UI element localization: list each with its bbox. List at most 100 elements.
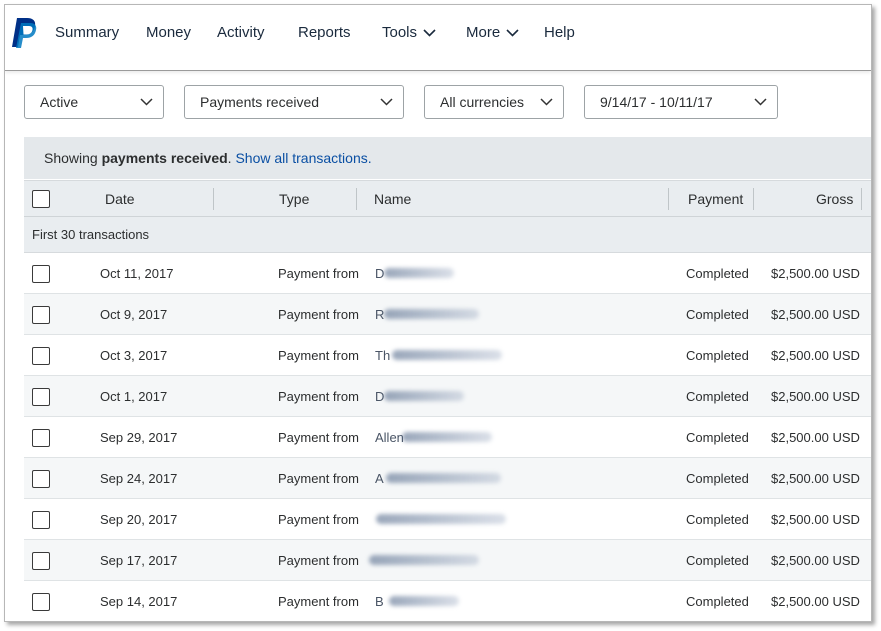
chevron-down-icon (506, 28, 519, 37)
row-checkbox[interactable] (32, 470, 50, 488)
row-type: Payment from (278, 471, 359, 486)
row-name[interactable]: Th (375, 348, 390, 363)
column-header-type[interactable]: Type (279, 191, 309, 207)
row-gross: $2,500.00 USD (771, 471, 860, 486)
row-name[interactable]: D (375, 389, 384, 404)
status-filter-select[interactable]: Active (24, 85, 164, 119)
redacted-name (384, 268, 454, 278)
column-header-payment[interactable]: Payment (688, 191, 743, 207)
row-status: Completed (686, 430, 749, 445)
row-name[interactable]: B (375, 594, 384, 609)
row-type: Payment from (278, 348, 359, 363)
chevron-down-icon (754, 98, 767, 106)
redacted-name (376, 514, 506, 524)
redacted-name (402, 432, 492, 442)
status-filter-value: Active (40, 94, 79, 110)
row-checkbox[interactable] (32, 388, 50, 406)
column-divider (213, 188, 214, 210)
row-checkbox[interactable] (32, 429, 50, 447)
banner-filter-name: payments received (101, 150, 228, 166)
row-type: Payment from (278, 266, 359, 281)
row-type: Payment from (278, 389, 359, 404)
table-row[interactable]: Oct 1, 2017 Payment from D Completed $2,500.… (24, 376, 871, 417)
nav-tools[interactable]: Tools (382, 24, 436, 41)
column-divider (753, 188, 754, 210)
nav-activity-label: Activity (217, 24, 265, 41)
table-row[interactable]: Sep 14, 2017 Payment from B Completed $2,500… (24, 581, 871, 621)
date-range-select[interactable]: 9/14/17 - 10/11/17 (584, 85, 778, 119)
row-gross: $2,500.00 USD (771, 553, 860, 568)
chevron-down-icon (423, 28, 436, 37)
table-row[interactable]: Oct 11, 2017 Payment from D Completed $2,500… (24, 253, 871, 294)
nav-more[interactable]: More (466, 24, 519, 41)
row-name[interactable]: R (375, 307, 384, 322)
nav-reports[interactable]: Reports (298, 24, 351, 41)
table-row[interactable]: Sep 17, 2017 Payment from Completed $2,500.… (24, 540, 871, 581)
nav-summary-label: Summary (55, 24, 120, 41)
banner-suffix: . (227, 150, 236, 166)
row-gross: $2,500.00 USD (771, 307, 860, 322)
row-gross: $2,500.00 USD (771, 389, 860, 404)
row-checkbox[interactable] (32, 552, 50, 570)
row-name[interactable]: Allen (375, 430, 404, 445)
nav-tools-label: Tools (382, 24, 418, 41)
type-filter-select[interactable]: Payments received (184, 85, 404, 119)
row-status: Completed (686, 594, 749, 609)
row-status: Completed (686, 389, 749, 404)
nav-activity[interactable]: Activity (217, 24, 265, 41)
row-checkbox[interactable] (32, 306, 50, 324)
row-gross: $2,500.00 USD (771, 348, 860, 363)
row-name[interactable]: A (375, 471, 384, 486)
row-type: Payment from (278, 307, 359, 322)
results-banner: Showing payments received . Show all tra… (24, 137, 871, 179)
nav-help[interactable]: Help (544, 24, 575, 41)
redacted-name (386, 473, 501, 483)
row-date: Oct 11, 2017 (100, 266, 174, 281)
row-checkbox[interactable] (32, 511, 50, 529)
group-label-row: First 30 transactions (24, 217, 871, 253)
column-header-gross[interactable]: Gross (816, 191, 853, 207)
currency-filter-select[interactable]: All currencies (424, 85, 564, 119)
row-checkbox[interactable] (32, 347, 50, 365)
date-range-value: 9/14/17 - 10/11/17 (600, 94, 713, 110)
nav-money-label: Money (146, 24, 192, 41)
row-checkbox[interactable] (32, 593, 50, 611)
row-date: Oct 3, 2017 (100, 348, 168, 363)
table-row[interactable]: Sep 20, 2017 Payment from Completed $2,500.… (24, 499, 871, 540)
row-gross: $2,500.00 USD (771, 594, 860, 609)
table-row[interactable]: Sep 24, 2017 Payment from A Completed $2,500… (24, 458, 871, 499)
nav-help-label: Help (544, 24, 575, 41)
app-window: Summary Money Activity Reports Tools Mor… (4, 4, 872, 622)
row-type: Payment from (278, 430, 359, 445)
row-status: Completed (686, 471, 749, 486)
column-divider (356, 188, 357, 210)
nav-money[interactable]: Money (146, 24, 191, 41)
row-status: Completed (686, 348, 749, 363)
redacted-name (369, 555, 479, 565)
table-row[interactable]: Sep 29, 2017 Payment from Allen Completed $2… (24, 417, 871, 458)
column-header-date[interactable]: Date (105, 191, 135, 207)
chevron-down-icon (380, 98, 393, 106)
redacted-name (384, 309, 479, 319)
row-status: Completed (686, 266, 749, 281)
table-row[interactable]: Oct 9, 2017 Payment from R Completed $2,500.… (24, 294, 871, 335)
show-all-transactions-link[interactable]: Show all transactions. (235, 150, 371, 166)
select-all-checkbox[interactable] (32, 190, 50, 208)
row-gross: $2,500.00 USD (771, 266, 860, 281)
paypal-logo-icon[interactable] (11, 17, 39, 49)
row-date: Sep 20, 2017 (100, 512, 178, 527)
row-checkbox[interactable] (32, 265, 50, 283)
row-gross: $2,500.00 USD (771, 430, 860, 445)
nav-summary[interactable]: Summary (55, 24, 119, 41)
column-header-name[interactable]: Name (374, 191, 411, 207)
banner-prefix: Showing (44, 150, 102, 166)
row-status: Completed (686, 512, 749, 527)
row-name[interactable]: D (375, 266, 384, 281)
row-status: Completed (686, 307, 749, 322)
table-row[interactable]: Oct 3, 2017 Payment from Th Completed $2,500… (24, 335, 871, 376)
currency-filter-value: All currencies (440, 94, 525, 110)
top-nav: Summary Money Activity Reports Tools Mor… (5, 5, 871, 71)
redacted-name (389, 596, 459, 606)
redacted-name (392, 350, 502, 360)
column-divider (861, 188, 862, 210)
